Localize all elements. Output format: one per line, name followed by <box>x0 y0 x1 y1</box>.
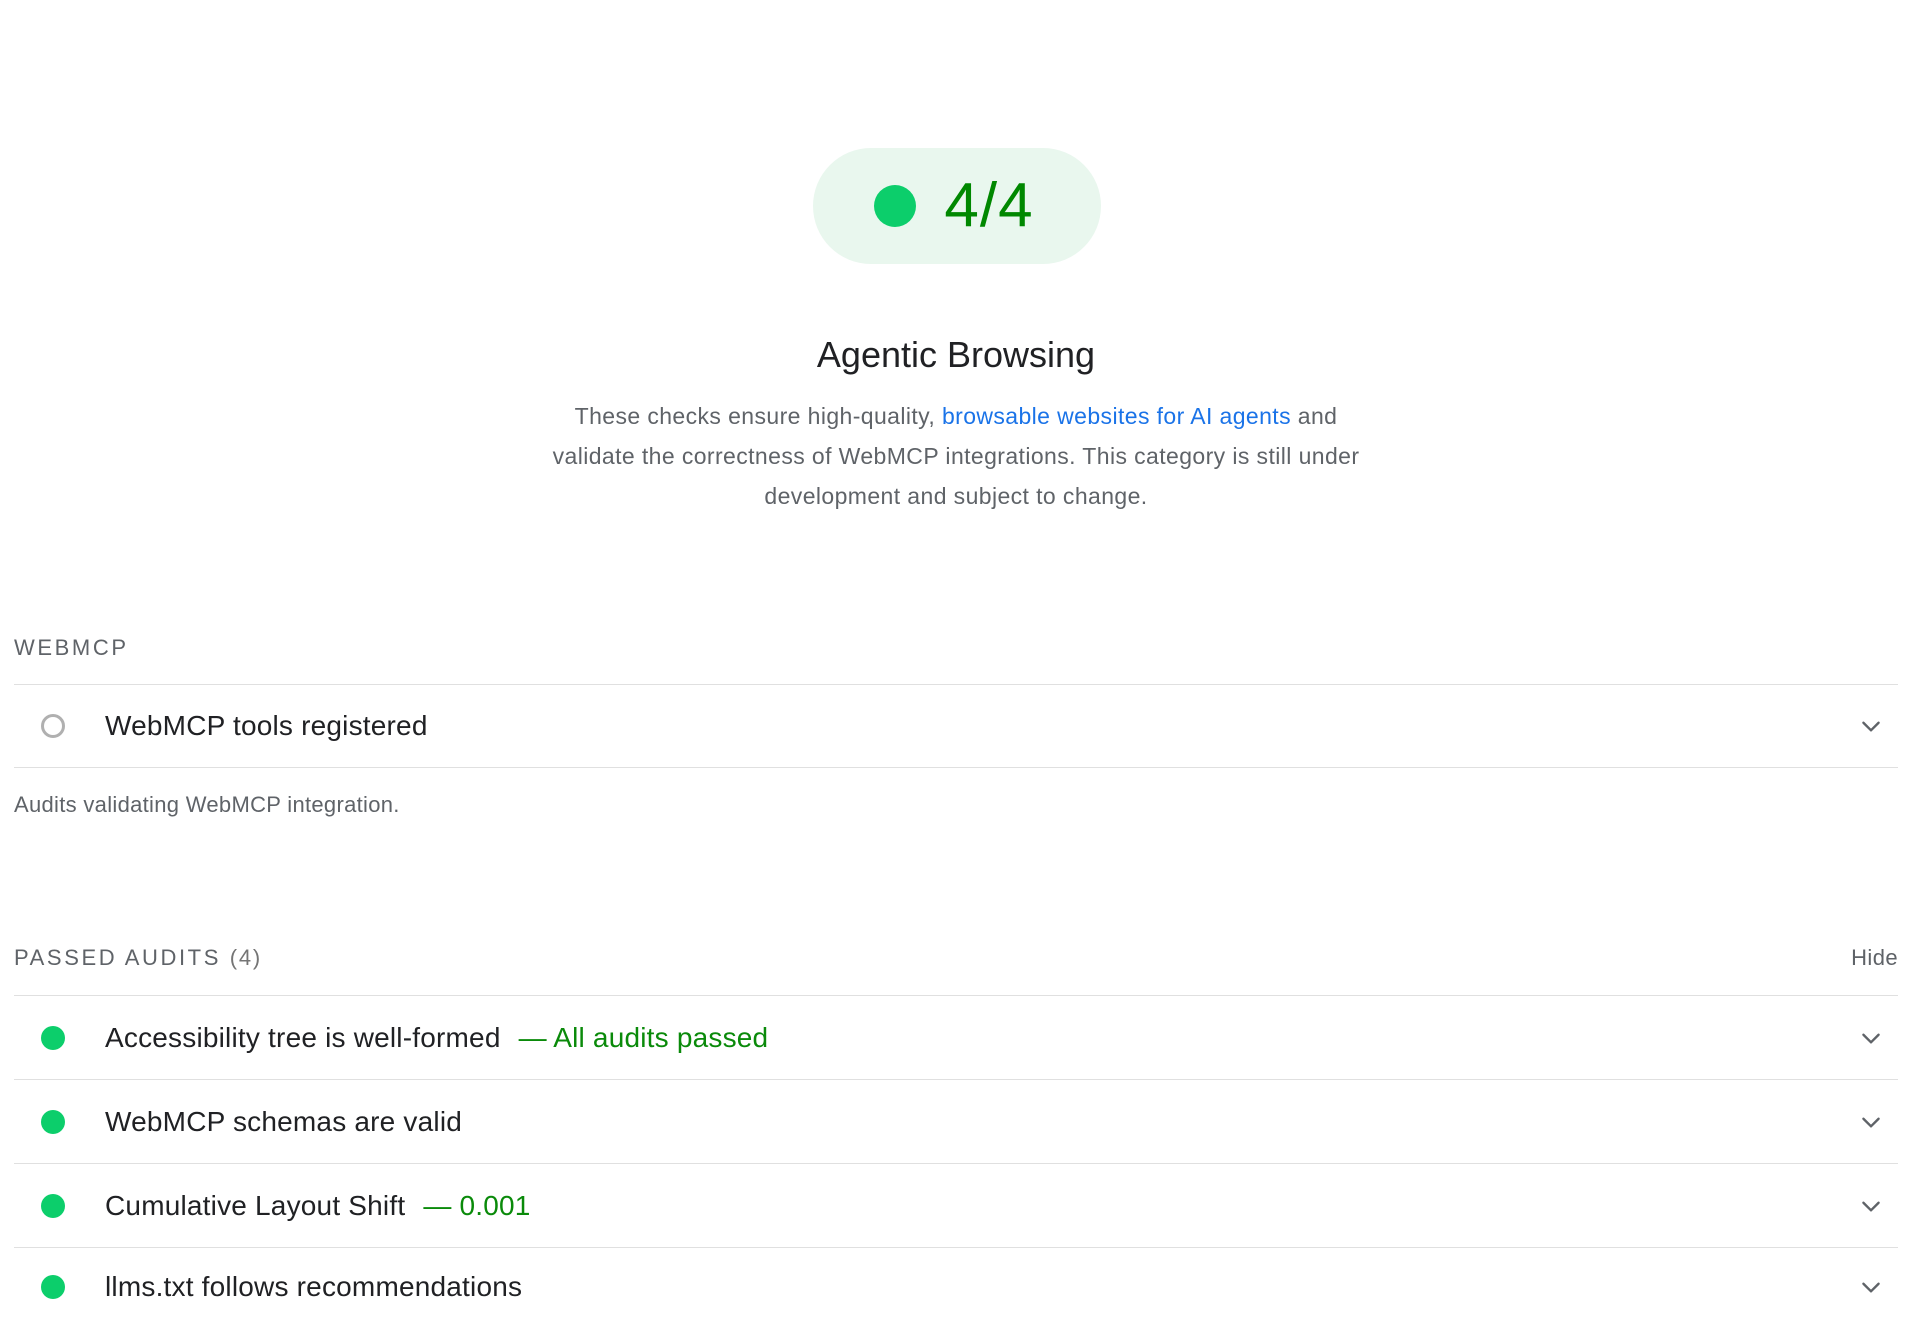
audit-row-cumulative-layout-shift[interactable]: Cumulative Layout Shift — 0.001 <box>14 1163 1898 1247</box>
audit-display-value: — 0.001 <box>423 1189 531 1221</box>
audit-row-webmcp-tools-registered[interactable]: WebMCP tools registered <box>14 684 1898 768</box>
audit-title: WebMCP schemas are valid <box>105 1105 463 1137</box>
score-badge: 4/4 <box>813 148 1101 264</box>
webmcp-group-header: WEBMCP <box>14 628 1898 668</box>
audit-title: Accessibility tree is well-formed <box>105 1021 501 1053</box>
category-title: Agentic Browsing <box>816 334 1096 375</box>
passed-audits-count: (4) <box>229 945 263 970</box>
chevron-down-icon[interactable] <box>1858 1193 1884 1219</box>
audit-row-accessibility-tree[interactable]: Accessibility tree is well-formed — All … <box>14 995 1898 1079</box>
chevron-down-icon[interactable] <box>1858 1109 1884 1135</box>
passed-audits-title: PASSED AUDITS (4) <box>14 945 262 971</box>
chevron-down-icon[interactable] <box>1858 1025 1884 1051</box>
hide-passed-audits-button[interactable]: Hide <box>1851 945 1898 971</box>
score-value: 4/4 <box>944 171 1034 240</box>
score-pass-icon <box>874 185 917 227</box>
audit-title: WebMCP tools registered <box>105 710 428 741</box>
audit-display-value: — All audits passed <box>518 1021 769 1053</box>
audit-title: llms.txt follows recommendations <box>105 1271 523 1302</box>
chevron-down-icon[interactable] <box>1858 1274 1884 1300</box>
audit-title: Cumulative Layout Shift <box>105 1189 406 1221</box>
pass-status-icon <box>41 1275 65 1299</box>
pass-status-icon <box>41 1025 65 1050</box>
webmcp-group-title: WEBMCP <box>14 635 129 660</box>
chevron-down-icon[interactable] <box>1858 713 1884 739</box>
pass-status-icon <box>41 1193 65 1218</box>
category-description-link[interactable]: browsable websites for AI agents <box>942 403 1291 429</box>
neutral-status-icon <box>41 714 65 738</box>
pass-status-icon <box>41 1109 65 1134</box>
webmcp-group-description: Audits validating WebMCP integration. <box>14 792 400 817</box>
passed-audits-label: PASSED AUDITS <box>14 945 221 970</box>
category-description-prefix: These checks ensure high-quality, <box>574 403 942 429</box>
audit-row-llms-txt[interactable]: llms.txt follows recommendations <box>14 1247 1898 1326</box>
passed-audits-header: PASSED AUDITS (4) Hide <box>14 938 1898 978</box>
audit-row-webmcp-schemas[interactable]: WebMCP schemas are valid <box>14 1079 1898 1163</box>
agentic-browsing-report: 4/4 Agentic Browsing These checks ensure… <box>0 0 1912 1326</box>
category-description: These checks ensure high-quality, browsa… <box>536 396 1376 516</box>
